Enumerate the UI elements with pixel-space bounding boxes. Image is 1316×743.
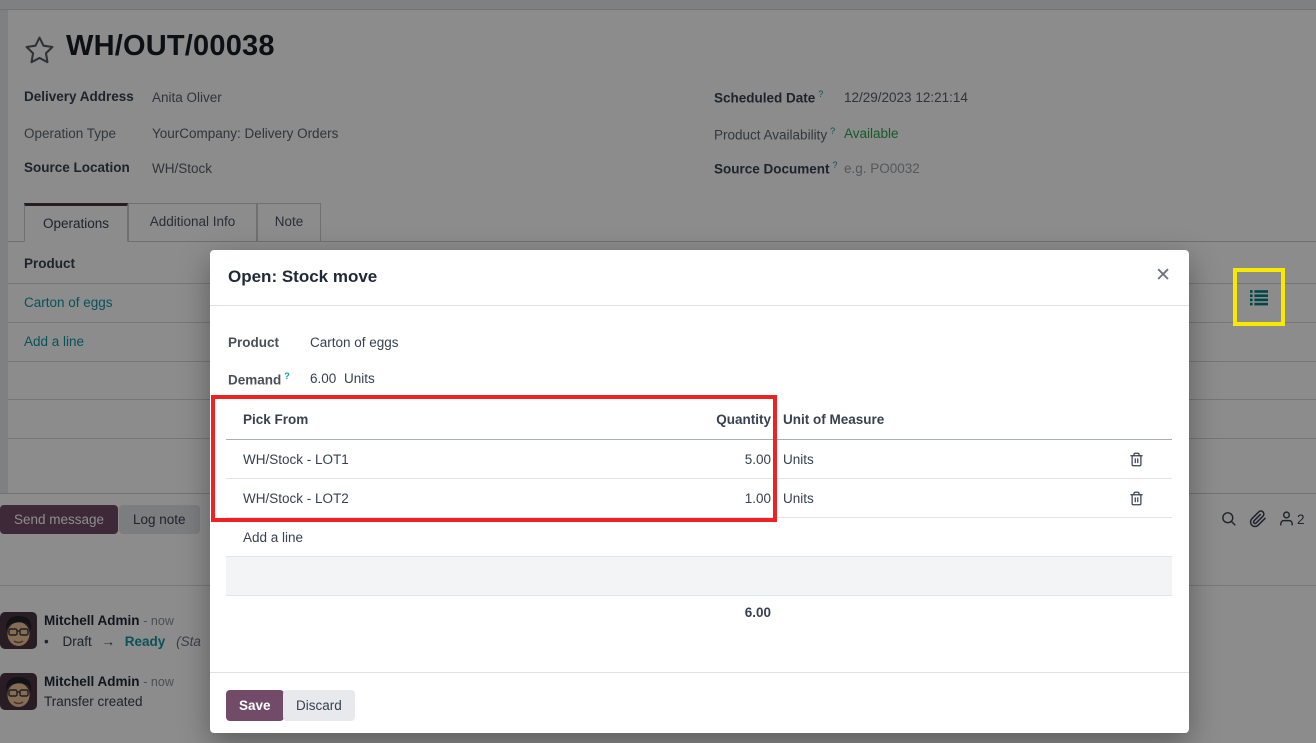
col-header-uom[interactable]: Unit of Measure — [771, 412, 1101, 427]
empty-row — [226, 557, 1172, 596]
dialog-title: Open: Stock move — [228, 267, 377, 287]
cell-uom[interactable]: Units — [771, 452, 1101, 467]
quantity-total: 6.00 — [636, 605, 771, 620]
dialog-add-a-line-row: Add a line — [226, 518, 1172, 557]
yellow-highlight-box — [1233, 268, 1285, 326]
dialog-product-link[interactable]: Carton of eggs — [310, 335, 399, 350]
delete-row-trash-icon[interactable] — [1101, 452, 1172, 467]
delete-row-trash-icon[interactable] — [1101, 491, 1172, 506]
dialog-product-label: Product — [228, 335, 308, 350]
dialog-demand-value[interactable]: 6.00 Units — [310, 371, 375, 386]
discard-button[interactable]: Discard — [283, 690, 355, 721]
dialog-footer-border — [210, 672, 1189, 673]
dialog-add-a-line-link[interactable]: Add a line — [226, 530, 636, 545]
quantity-total-row: 6.00 — [226, 605, 1172, 620]
close-icon[interactable]: ✕ — [1155, 264, 1171, 287]
red-highlight-box — [211, 395, 777, 522]
cell-uom[interactable]: Units — [771, 491, 1101, 506]
help-icon: ? — [284, 371, 290, 381]
save-button[interactable]: Save — [226, 690, 284, 721]
dialog-header-border — [210, 305, 1189, 306]
dialog-demand-uom: Units — [344, 371, 375, 386]
dialog-demand-label: Demand? — [228, 371, 308, 388]
